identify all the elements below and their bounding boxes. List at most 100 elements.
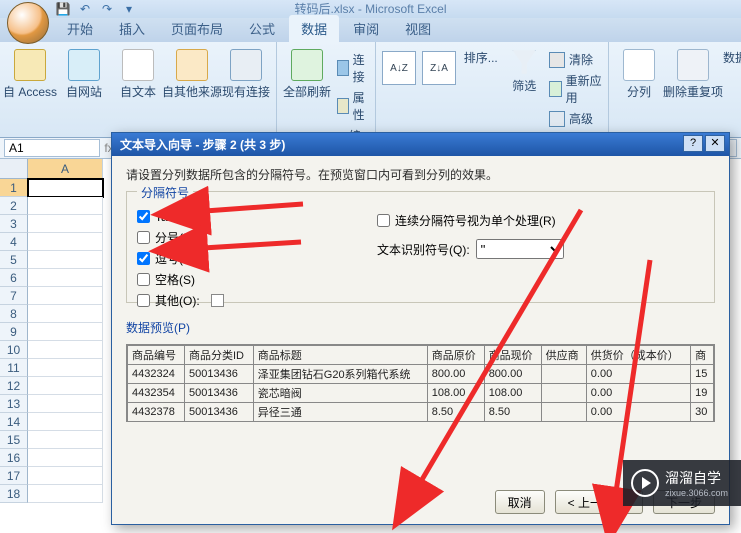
tab-home[interactable]: 开始 <box>55 15 105 42</box>
tab-review[interactable]: 审阅 <box>341 15 391 42</box>
group-data-tools: 分列 删除重复项 数据有效 <box>609 42 741 137</box>
row-header-10[interactable]: 10 <box>0 341 28 359</box>
group-sort-filter: A↓Z Z↓A 排序... 筛选 清除 重新应用 高级 <box>376 42 609 137</box>
row-header-6[interactable]: 6 <box>0 269 28 287</box>
cell-A10[interactable] <box>28 341 103 359</box>
preview-row: 443232450013436泽亚集团钻石G20系列箱代系统800.00800.… <box>128 365 714 384</box>
from-other-button[interactable]: 自其他来源 <box>168 45 216 100</box>
delimiters-legend: 分隔符号 <box>137 184 193 201</box>
row-header-17[interactable]: 17 <box>0 467 28 485</box>
preview-table: 商品编号商品分类ID商品标题商品原价商品现价供应商供货价（成本价）商443232… <box>127 345 714 422</box>
preview-row: 443235450013436瓷芯暗阀108.00108.000.0019 <box>128 384 714 403</box>
cell-A1[interactable] <box>28 179 103 197</box>
existing-connections-button[interactable]: 现有连接 <box>222 45 270 100</box>
refresh-all-button[interactable]: 全部刷新 <box>283 45 331 100</box>
cell-A13[interactable] <box>28 395 103 413</box>
dialog-window-buttons: ? ✕ <box>683 135 725 152</box>
from-web-button[interactable]: 自网站 <box>60 45 108 100</box>
preview-col-header: 商品标题 <box>253 346 427 365</box>
properties-button[interactable]: 属性 <box>337 89 369 123</box>
cell-A15[interactable] <box>28 431 103 449</box>
cell-A16[interactable] <box>28 449 103 467</box>
from-access-button[interactable]: 自 Access <box>6 45 54 100</box>
row-header-16[interactable]: 16 <box>0 449 28 467</box>
filter-button[interactable]: 筛选 <box>505 45 542 94</box>
row-header-14[interactable]: 14 <box>0 413 28 431</box>
watermark-brand: 溜溜自学 <box>665 468 728 488</box>
watermark-badge: 溜溜自学 zixue.3066.com <box>623 460 741 506</box>
text-to-columns-button[interactable]: 分列 <box>615 45 663 100</box>
delim-semicolon-checkbox[interactable]: 分号(M) <box>137 229 247 246</box>
select-all-corner[interactable] <box>0 159 28 179</box>
sort-asc-button[interactable]: A↓Z <box>382 51 416 85</box>
cell-A2[interactable] <box>28 197 103 215</box>
ribbon: 自 Access 自网站 自文本 自其他来源 现有连接 全部刷新 连接 属性 编… <box>0 42 741 138</box>
cell-A12[interactable] <box>28 377 103 395</box>
cell-A4[interactable] <box>28 233 103 251</box>
row-header-4[interactable]: 4 <box>0 233 28 251</box>
tab-insert[interactable]: 插入 <box>107 15 157 42</box>
preview-col-header: 供货价（成本价） <box>586 346 690 365</box>
window-title: 转码后.xlsx - Microsoft Excel <box>0 0 741 18</box>
row-header-5[interactable]: 5 <box>0 251 28 269</box>
cell-A6[interactable] <box>28 269 103 287</box>
delim-other-checkbox[interactable]: 其他(O): <box>137 292 247 309</box>
remove-duplicates-button[interactable]: 删除重复项 <box>669 45 717 100</box>
reapply-button[interactable]: 重新应用 <box>549 72 602 106</box>
cancel-button[interactable]: 取消 <box>495 490 545 514</box>
row-header-12[interactable]: 12 <box>0 377 28 395</box>
data-preview[interactable]: 商品编号商品分类ID商品标题商品原价商品现价供应商供货价（成本价）商443232… <box>126 344 715 422</box>
row-header-3[interactable]: 3 <box>0 215 28 233</box>
clear-button[interactable]: 清除 <box>549 51 602 68</box>
sort-buttons: A↓Z Z↓A <box>382 45 456 85</box>
preview-col-header: 商品分类ID <box>184 346 253 365</box>
preview-col-header: 商品现价 <box>484 346 541 365</box>
row-header-1[interactable]: 1 <box>0 179 28 197</box>
cell-A14[interactable] <box>28 413 103 431</box>
connections-button[interactable]: 连接 <box>337 51 369 85</box>
delim-other-input[interactable] <box>211 294 224 307</box>
cell-A9[interactable] <box>28 323 103 341</box>
tab-view[interactable]: 视图 <box>393 15 443 42</box>
dialog-help-button[interactable]: ? <box>683 135 703 152</box>
cell-A7[interactable] <box>28 287 103 305</box>
preview-col-header: 商品原价 <box>427 346 484 365</box>
row-header-13[interactable]: 13 <box>0 395 28 413</box>
row-header-15[interactable]: 15 <box>0 431 28 449</box>
tab-formula[interactable]: 公式 <box>237 15 287 42</box>
sort-desc-button[interactable]: Z↓A <box>422 51 456 85</box>
row-header-2[interactable]: 2 <box>0 197 28 215</box>
row-header-11[interactable]: 11 <box>0 359 28 377</box>
cell-A17[interactable] <box>28 467 103 485</box>
tab-page-layout[interactable]: 页面布局 <box>159 15 235 42</box>
data-validation-button[interactable]: 数据有效 <box>723 45 741 66</box>
delim-space-checkbox[interactable]: 空格(S) <box>137 271 247 288</box>
name-box[interactable]: A1 <box>4 139 100 157</box>
delim-comma-checkbox[interactable]: 逗号(C) <box>137 250 247 267</box>
row-header-7[interactable]: 7 <box>0 287 28 305</box>
from-text-button[interactable]: 自文本 <box>114 45 162 100</box>
treat-consecutive-checkbox[interactable]: 连续分隔符号视为单个处理(R) <box>377 212 564 229</box>
group-get-external-data: 自 Access 自网站 自文本 自其他来源 现有连接 <box>0 42 277 137</box>
dialog-close-button[interactable]: ✕ <box>705 135 725 152</box>
cell-A3[interactable] <box>28 215 103 233</box>
watermark-url: zixue.3066.com <box>665 488 728 498</box>
cell-A5[interactable] <box>28 251 103 269</box>
column-header-A[interactable]: A <box>28 159 103 179</box>
cell-A18[interactable] <box>28 485 103 503</box>
cell-A11[interactable] <box>28 359 103 377</box>
row-header-9[interactable]: 9 <box>0 323 28 341</box>
text-qualifier-label: 文本识别符号(Q): <box>377 241 470 258</box>
advanced-button[interactable]: 高级 <box>549 110 602 127</box>
dialog-instruction: 请设置分列数据所包含的分隔符号。在预览窗口内可看到分列的效果。 <box>126 166 715 183</box>
row-header-18[interactable]: 18 <box>0 485 28 503</box>
preview-col-header: 商 <box>691 346 714 365</box>
sort-dialog-button[interactable]: 排序... <box>462 45 499 66</box>
preview-col-header: 商品编号 <box>128 346 185 365</box>
delim-tab-checkbox[interactable]: Tab 键(T) <box>137 208 247 225</box>
office-button[interactable] <box>7 2 49 44</box>
tab-data[interactable]: 数据 <box>289 15 339 42</box>
row-header-8[interactable]: 8 <box>0 305 28 323</box>
text-qualifier-select[interactable]: " <box>476 239 564 259</box>
cell-A8[interactable] <box>28 305 103 323</box>
